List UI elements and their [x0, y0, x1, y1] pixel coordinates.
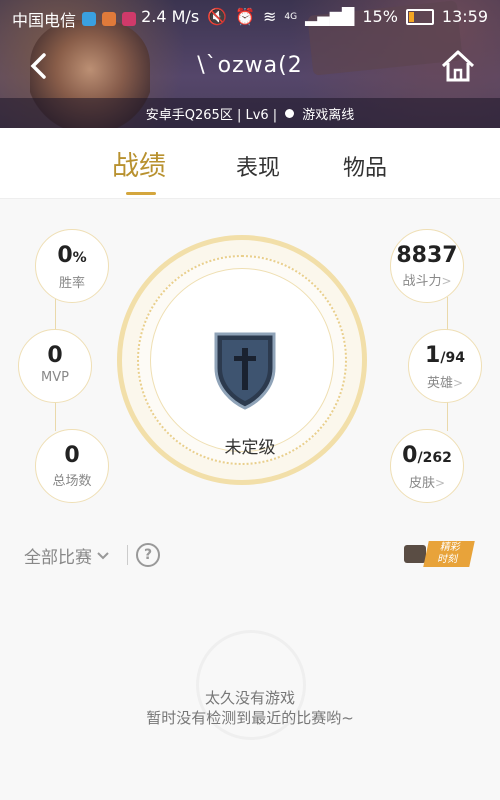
video-camera-icon — [404, 545, 426, 563]
mute-icon: 🔇 — [207, 7, 228, 26]
battery-icon — [405, 8, 434, 25]
stat-total-matches: 0 总场数 — [35, 429, 109, 503]
online-status: 游戏离线 — [302, 107, 355, 123]
chevron-right-icon: > — [434, 476, 446, 490]
network-speed: 2.4 M/s — [141, 7, 200, 26]
stat-value: 1 — [425, 343, 441, 368]
tab-performance[interactable]: 表现 — [236, 150, 280, 182]
chevron-right-icon: > — [452, 376, 464, 390]
empty-state-title: 太久没有游戏 — [204, 689, 295, 707]
filter-label: 全部比赛 — [24, 548, 92, 568]
connector-line — [447, 297, 448, 331]
stat-heroes[interactable]: 1/94 英雄> — [408, 329, 482, 403]
network-type: 4G — [284, 11, 298, 22]
highlight-line2: 时刻 — [436, 554, 459, 565]
app-notification-icon — [82, 12, 97, 26]
stat-skins[interactable]: 0/262 皮肤> — [390, 429, 464, 503]
player-name: \`ozwa(2 — [197, 53, 303, 78]
chevron-right-icon: > — [441, 274, 452, 288]
help-icon[interactable]: ? — [136, 543, 160, 567]
stat-value: 0 — [47, 343, 63, 368]
stat-label: 皮肤 — [408, 476, 435, 491]
stat-winrate: 0% 胜率 — [35, 229, 109, 303]
stat-label: 胜率 — [58, 276, 85, 291]
zone-level: 安卓手Q265区 | Lv6 | — [145, 107, 278, 123]
chevron-down-icon — [97, 551, 109, 559]
app-notification-icon — [102, 12, 117, 26]
zone-bar: 安卓手Q265区 | Lv6 | 游戏离线 — [0, 98, 500, 128]
rank-shield-icon[interactable] — [212, 330, 278, 410]
stat-unit: /262 — [417, 450, 452, 466]
stat-mvp: 0 MVP — [18, 329, 92, 403]
match-filter-dropdown[interactable]: 全部比赛 — [24, 543, 110, 568]
stat-unit: /94 — [440, 350, 465, 366]
wifi-icon: ≋ — [263, 7, 277, 26]
alarm-icon: ⏰ — [235, 7, 255, 26]
stat-label: MVP — [41, 370, 69, 385]
stat-label: 英雄 — [426, 376, 453, 391]
stat-value: 0 — [64, 443, 80, 468]
carrier-label: 中国电信 — [12, 11, 77, 30]
stat-label: 战斗力 — [402, 274, 442, 289]
divider — [127, 545, 128, 565]
stat-unit: % — [72, 250, 87, 266]
home-button[interactable] — [440, 48, 476, 84]
clock: 13:59 — [441, 7, 488, 26]
tab-record[interactable]: 战绩 — [112, 144, 166, 183]
signal-icon: ▂▄▆█ — [305, 7, 355, 26]
highlight-badge: 精彩 时刻 — [423, 541, 475, 567]
stat-label: 总场数 — [52, 474, 92, 489]
stat-value: 0 — [57, 243, 73, 268]
status-bar: 中国电信 2.4 M/s 🔇 ⏰ ≋ 4G ▂▄▆█ 15% 13:59 — [0, 0, 500, 34]
highlight-moments-button[interactable]: 精彩 时刻 — [404, 541, 475, 569]
connector-line — [55, 297, 56, 331]
online-status-dot — [285, 108, 295, 118]
empty-state-subtitle: 暂时没有检测到最近的比赛哟~ — [146, 709, 354, 727]
app-notification-icon — [122, 12, 137, 26]
home-icon — [441, 50, 475, 82]
profile-header: 中国电信 2.4 M/s 🔇 ⏰ ≋ 4G ▂▄▆█ 15% 13:59 \`o… — [0, 0, 500, 128]
battery-percent: 15% — [362, 7, 398, 26]
tab-bar: 战绩 表现 物品 — [0, 128, 500, 199]
active-tab-indicator — [126, 192, 156, 195]
tab-items[interactable]: 物品 — [343, 150, 387, 182]
stat-power[interactable]: 8837 战斗力> — [390, 229, 464, 303]
stat-value: 0 — [402, 443, 418, 468]
highlight-line1: 精彩 — [439, 542, 462, 553]
stat-value: 8837 — [396, 243, 458, 268]
